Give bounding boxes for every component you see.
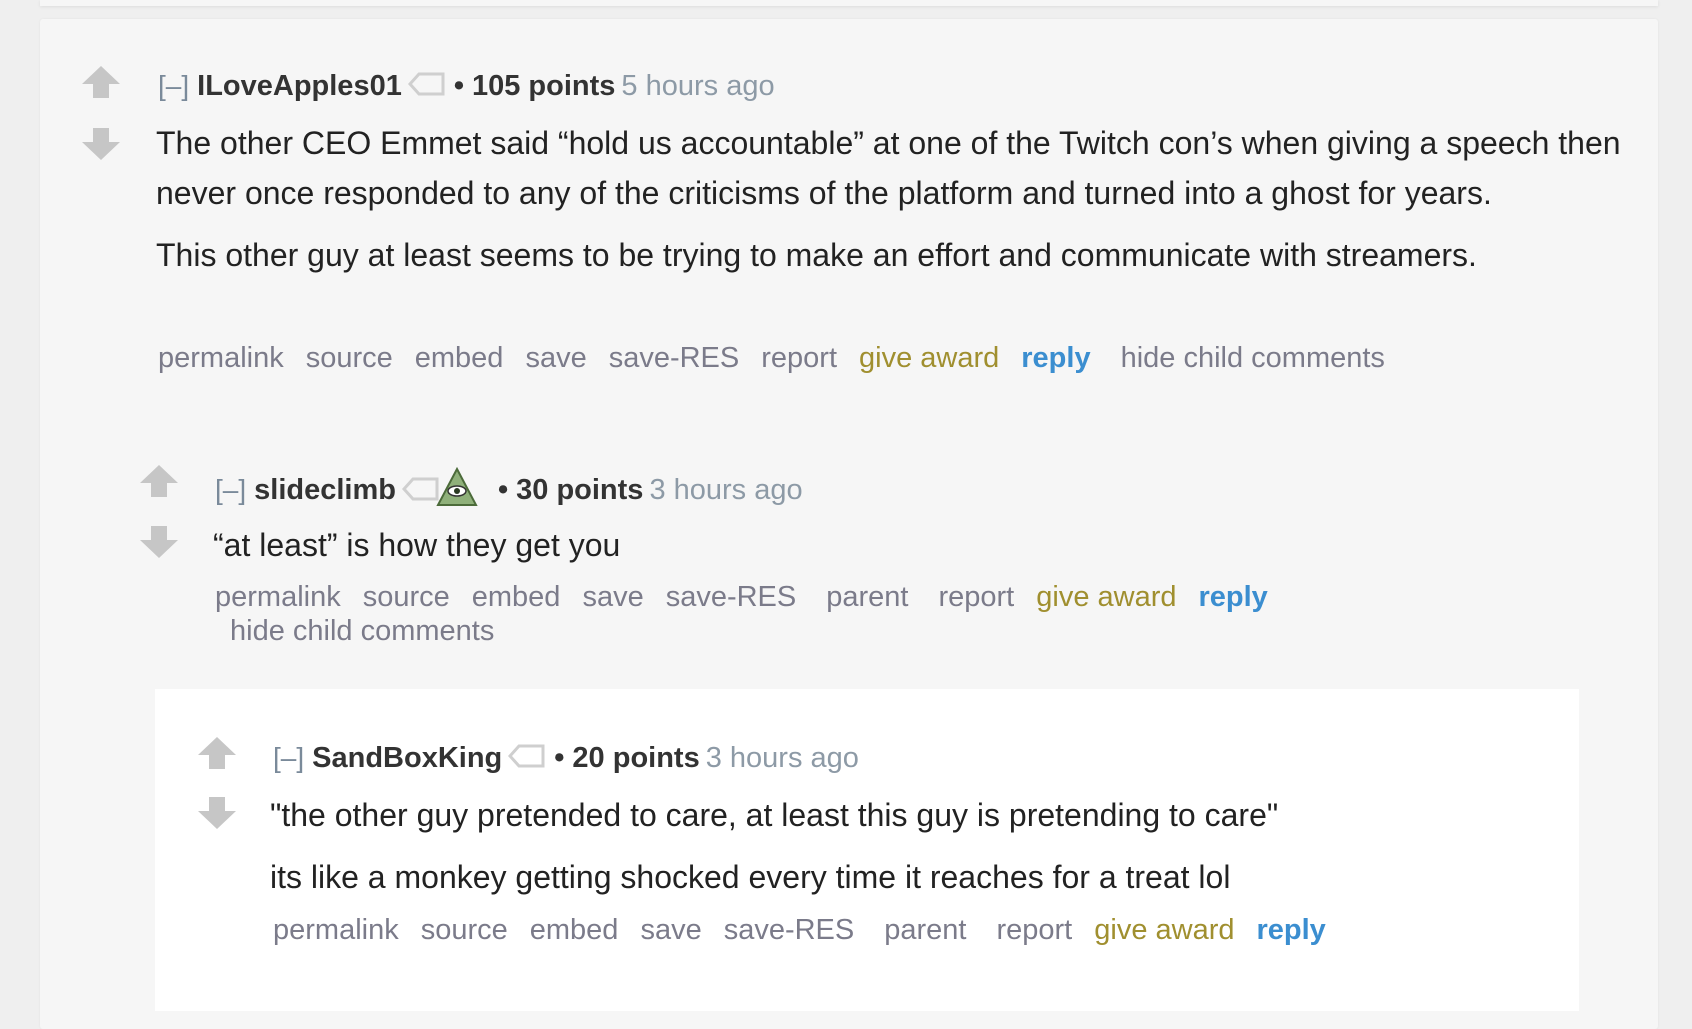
timestamp: 3 hours ago — [649, 474, 803, 507]
permalink-link[interactable]: permalink — [215, 581, 341, 613]
reply-link[interactable]: reply — [1199, 581, 1268, 613]
hide-child-comments-link[interactable]: hide child comments — [1121, 342, 1385, 374]
save-link[interactable]: save — [525, 342, 586, 374]
timestamp: 3 hours ago — [705, 742, 859, 774]
reply-link[interactable]: reply — [1021, 342, 1090, 374]
embed-link[interactable]: embed — [415, 342, 504, 374]
parent-link[interactable]: parent — [826, 581, 908, 613]
downvote-arrow-icon[interactable] — [80, 126, 122, 160]
comment-buttons: permalink source embed save save-RES report gi… — [158, 342, 1407, 375]
comment-paragraph: The other CEO Emmet said “hold us accoun… — [156, 125, 1621, 211]
collapse-toggle[interactable]: [–] — [158, 70, 189, 101]
save-res-link[interactable]: save-RES — [724, 914, 855, 946]
score: 20 points — [572, 742, 700, 774]
comment-buttons: permalink source embed save save-RES parent re… — [273, 914, 1348, 947]
report-link[interactable]: report — [996, 914, 1072, 946]
comment-buttons: permalink source embed save save-RES parent re… — [215, 581, 1290, 614]
comment-paragraph: This other guy at least seems to be tryi… — [156, 237, 1477, 273]
illuminati-eye-icon — [436, 466, 478, 516]
downvote-arrow-icon[interactable] — [196, 795, 238, 829]
author-link[interactable]: slideclimb — [254, 474, 396, 506]
give-award-link[interactable]: give award — [1036, 581, 1176, 613]
user-tag-icon[interactable] — [508, 741, 546, 777]
permalink-link[interactable]: permalink — [273, 914, 399, 946]
user-tag-icon[interactable] — [401, 474, 440, 510]
embed-link[interactable]: embed — [472, 581, 561, 613]
comment-paragraph: its like a monkey getting shocked every … — [270, 859, 1231, 895]
upvote-arrow-icon[interactable] — [196, 735, 238, 769]
timestamp: 5 hours ago — [621, 70, 775, 102]
separator-dot: • — [497, 474, 509, 507]
comment-tagline: [–] slideclimb • 30 points 3 hours ago — [215, 466, 803, 516]
comment-body: “at least” is how they get you — [213, 520, 1613, 570]
save-link[interactable]: save — [640, 914, 701, 946]
score: 30 points — [516, 474, 644, 507]
source-link[interactable]: source — [421, 914, 508, 946]
save-res-link[interactable]: save-RES — [666, 581, 797, 613]
comment-body: The other CEO Emmet said “hold us accoun… — [156, 118, 1626, 280]
hide-child-comments-link[interactable]: hide child comments — [230, 615, 494, 647]
save-res-link[interactable]: save-RES — [609, 342, 740, 374]
comment-paragraph: "the other guy pretended to care, at lea… — [270, 797, 1279, 833]
comment-tagline: [–] ILoveApples01 • 105 points 5 hours ago — [158, 68, 775, 105]
separator-dot: • — [554, 742, 565, 774]
comment-paragraph: “at least” is how they get you — [213, 527, 621, 563]
author-link[interactable]: ILoveApples01 — [197, 70, 402, 102]
collapse-toggle[interactable]: [–] — [273, 742, 304, 773]
collapse-toggle[interactable]: [–] — [215, 474, 246, 505]
author-link[interactable]: SandBoxKing — [312, 742, 502, 774]
save-link[interactable]: save — [582, 581, 643, 613]
give-award-link[interactable]: give award — [859, 342, 999, 374]
comment-tagline: [–] SandBoxKing • 20 points 3 hours ago — [273, 740, 859, 777]
comment-buttons-wrap: hide child comments — [230, 615, 516, 648]
report-link[interactable]: report — [938, 581, 1014, 613]
separator-dot: • — [453, 70, 464, 102]
report-link[interactable]: report — [761, 342, 837, 374]
user-tag-icon[interactable] — [407, 69, 446, 105]
downvote-arrow-icon[interactable] — [138, 524, 180, 558]
comment-body: "the other guy pretended to care, at lea… — [270, 790, 1560, 902]
permalink-link[interactable]: permalink — [158, 342, 284, 374]
upvote-arrow-icon[interactable] — [80, 64, 122, 98]
embed-link[interactable]: embed — [530, 914, 619, 946]
source-link[interactable]: source — [306, 342, 393, 374]
give-award-link[interactable]: give award — [1094, 914, 1234, 946]
reply-link[interactable]: reply — [1257, 914, 1326, 946]
upvote-arrow-icon[interactable] — [138, 463, 180, 497]
parent-link[interactable]: parent — [884, 914, 966, 946]
source-link[interactable]: source — [363, 581, 450, 613]
previous-panel-edge — [40, 0, 1658, 6]
score: 105 points — [471, 70, 616, 102]
